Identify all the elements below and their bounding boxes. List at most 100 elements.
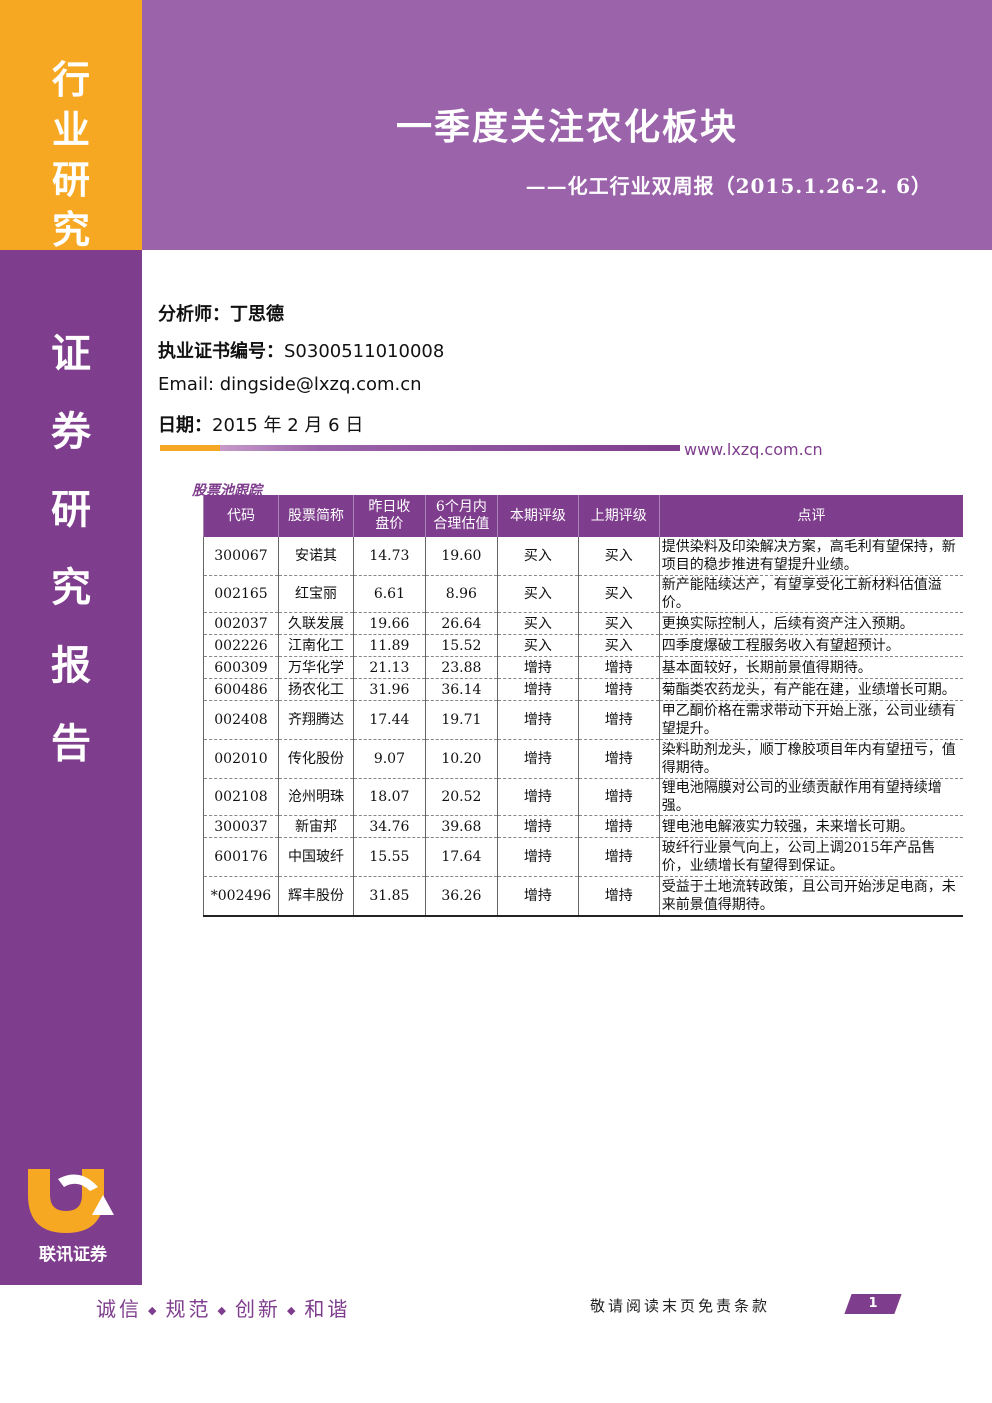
cell-rating-previous: 增持 [577,876,660,917]
sidebar-top-char: 行 [51,57,90,102]
cell-name: 齐翔腾达 [277,700,354,740]
cell-rating-previous: 增持 [577,739,660,779]
motto-item: 诚信 [96,1297,142,1321]
cell-code: 002010 [203,739,279,779]
cell-name: 安诺其 [277,537,354,576]
header-rating-previous: 上期评级 [577,495,660,537]
diamond-icon: ◆ [148,1304,160,1317]
cell-comment: 更换实际控制人，后续有资产注入预期。 [658,612,963,635]
cell-target: 19.60 [424,537,498,576]
cell-comment: 基本面较好，长期前景值得期待。 [658,656,963,679]
date-value: 2015 年 2 月 6 日 [212,415,364,436]
header-name: 股票简称 [277,495,354,537]
website-link[interactable]: www.lxzq.com.cn [684,440,823,459]
header-code: 代码 [203,495,279,537]
cell-target: 19.71 [424,700,498,740]
cell-rating-current: 增持 [496,739,579,779]
analyst-line: 分析师：丁思德 [158,300,284,326]
cell-comment: 菊酯类农药龙头，有产能在建，业绩增长可期。 [658,678,963,701]
cell-comment: 玻纤行业景气向上，公司上调2015年产品售价，业绩增长有望得到保证。 [658,837,963,877]
header-close: 昨日收 盘价 [352,495,426,537]
cell-name: 中国玻纤 [277,837,354,877]
diamond-icon: ◆ [286,1304,299,1317]
cell-name: 红宝丽 [277,575,354,613]
cell-rating-previous: 增持 [577,700,660,740]
report-title: 一季度关注农化板块 [395,106,738,148]
cell-rating-current: 增持 [496,656,579,679]
cell-close: 17.44 [352,700,426,740]
cell-close: 31.96 [352,678,426,701]
gradient-divider [160,445,680,451]
cell-close: 6.61 [352,575,426,613]
cell-rating-current: 买入 [496,537,579,576]
cell-name: 沧州明珠 [277,778,354,816]
cell-name: 万华化学 [277,656,354,679]
table-row: 300067 安诺其 14.73 19.60 买入 买入 提供染料及印染解决方案，高毛利有望… [203,537,963,576]
table-row: 600176 中国玻纤 15.55 17.64 增持 增持 玻纤行业景气向上，公司上调201… [203,837,963,877]
table-row: 300037 新宙邦 34.76 39.68 增持 增持 锂电池电解液实力较强，未来增长可期… [203,815,963,838]
sidebar-main-char: 告 [51,720,91,767]
date-line: 日期：2015 年 2 月 6 日 [158,411,363,437]
cell-rating-current: 增持 [496,837,579,877]
cell-close: 31.85 [352,876,426,917]
cell-close: 21.13 [352,656,426,679]
diamond-icon: ◆ [217,1304,229,1317]
cell-close: 15.55 [352,837,426,877]
email-line[interactable]: Email: dingside@lxzq.com.cn [158,374,422,395]
cert-number: S0300511010008 [284,341,445,362]
sidebar-main-char: 报 [51,642,91,689]
page-number: 1 [868,1296,878,1311]
cell-rating-current: 增持 [496,815,579,838]
cell-target: 10.20 [424,739,498,779]
cell-close: 14.73 [352,537,426,576]
cell-code: 300067 [203,537,279,576]
cell-comment: 提供染料及印染解决方案，高毛利有望保持，新项目的稳步推进有望提升业绩。 [658,537,963,576]
table-row: 600309 万华化学 21.13 23.88 增持 增持 基本面较好，长期前景值得期待。 [203,656,963,679]
cell-comment: 锂电池隔膜对公司的业绩贡献作用有望持续增强。 [658,778,963,816]
cell-rating-current: 增持 [496,678,579,701]
cell-name: 扬农化工 [277,678,354,701]
cell-rating-previous: 买入 [577,537,660,576]
cell-rating-current: 增持 [496,700,579,740]
table-header-row: 代码 股票简称 昨日收 盘价 6个月内 合理估值 本期评级 上期评级 点评 [203,495,963,537]
cell-code: 002037 [203,612,279,635]
sidebar-top-char: 业 [51,107,90,152]
cell-code: 002108 [203,778,279,816]
cell-close: 11.89 [352,634,426,657]
cell-code: 002408 [203,700,279,740]
cell-rating-previous: 增持 [577,656,660,679]
cell-close: 18.07 [352,778,426,816]
cell-rating-previous: 买入 [577,612,660,635]
cell-name: 新宙邦 [277,815,354,838]
table-row: 002226 江南化工 11.89 15.52 买入 买入 四季度爆破工程服务收入有望超预计… [203,634,963,657]
report-subtitle: ——化工行业双周报（2015.1.26-2. 6） [525,174,932,198]
stock-pool-table: 代码 股票简称 昨日收 盘价 6个月内 合理估值 本期评级 上期评级 点评 3000… [203,495,963,917]
cell-comment: 四季度爆破工程服务收入有望超预计。 [658,634,963,657]
cell-name: 久联发展 [277,612,354,635]
cell-close: 34.76 [352,815,426,838]
table-row: *002496 辉丰股份 31.85 36.26 增持 增持 受益于土地流转政策，且公司开始… [203,876,963,917]
cell-code: 002165 [203,575,279,613]
table-row: 002108 沧州明珠 18.07 20.52 增持 增持 锂电池隔膜对公司的业绩贡献作用有… [203,778,963,816]
cell-close: 19.66 [352,612,426,635]
cell-code: 600176 [203,837,279,877]
cert-label: 执业证书编号： [158,341,284,362]
analyst-label: 分析师： [158,304,230,325]
cell-target: 8.96 [424,575,498,613]
cell-target: 23.88 [424,656,498,679]
table-row: 002037 久联发展 19.66 26.64 买入 买入 更换实际控制人，后续有资产注入预… [203,612,963,635]
cell-target: 20.52 [424,778,498,816]
sidebar-top-label: 行 业 研 究 [0,55,142,255]
footer-disclaimer[interactable]: 敬请阅读末页免责条款 [590,1295,770,1316]
table-row: 600486 扬农化工 31.96 36.14 增持 增持 菊酯类农药龙头，有产能在建，业绩… [203,678,963,701]
cell-name: 传化股份 [277,739,354,779]
footer-motto: 诚信 ◆ 规范 ◆ 创新 ◆ 和谐 [96,1293,350,1322]
sidebar-main-char: 券 [51,408,91,455]
cell-rating-current: 买入 [496,612,579,635]
cell-comment: 染料助剂龙头，顺丁橡胶项目年内有望扭亏，值得期待。 [658,739,963,779]
cell-target: 39.68 [424,815,498,838]
cell-rating-previous: 增持 [577,837,660,877]
cert-line: 执业证书编号：S0300511010008 [158,337,444,363]
motto-item: 创新 [234,1297,281,1321]
cell-code: 600486 [203,678,279,701]
